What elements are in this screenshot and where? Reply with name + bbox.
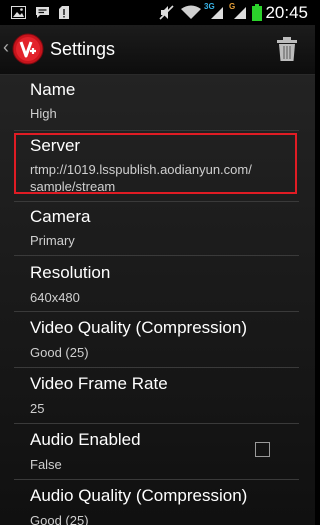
setting-value: False — [30, 457, 62, 472]
setting-value: Good (25) — [30, 345, 89, 360]
page-title: Settings — [50, 39, 116, 59]
setting-frame-rate[interactable]: Video Frame Rate 25 — [0, 368, 315, 423]
server-highlight-box — [14, 133, 297, 194]
setting-title: Resolution — [30, 263, 111, 282]
setting-value: High — [30, 106, 57, 121]
setting-title: Video Quality (Compression) — [30, 318, 247, 337]
wifi-icon — [181, 0, 201, 25]
audio-enabled-checkbox[interactable] — [255, 442, 270, 457]
setting-title: Camera — [30, 207, 91, 226]
setting-video-quality[interactable]: Video Quality (Compression) Good (25) — [0, 312, 315, 367]
network-type-3g: 3G — [204, 2, 215, 11]
up-caret-icon: ‹ — [3, 37, 9, 57]
app-logo-icon — [12, 33, 44, 65]
trash-icon — [277, 37, 297, 61]
battery-icon — [251, 0, 263, 25]
setting-value: Primary — [30, 233, 75, 248]
mute-icon — [159, 0, 175, 25]
message-icon — [34, 0, 50, 25]
delete-button[interactable] — [275, 35, 299, 63]
setting-value: 640x480 — [30, 290, 80, 305]
home-up-button[interactable]: ‹ Settings — [0, 25, 125, 74]
sdcard-icon — [58, 0, 70, 25]
signal-icon: G — [228, 0, 248, 25]
setting-value: Good (25) — [30, 513, 89, 525]
setting-title: Video Frame Rate — [30, 374, 168, 393]
clock-time: 20:45 — [265, 3, 308, 22]
status-bar: 3G G 20:45 — [0, 0, 315, 25]
signal-icon: 3G — [203, 0, 225, 25]
setting-name[interactable]: Name High — [0, 75, 315, 130]
setting-audio-quality[interactable]: Audio Quality (Compression) Good (25) — [0, 480, 315, 525]
setting-resolution[interactable]: Resolution 640x480 — [0, 256, 315, 311]
network-type-g: G — [229, 2, 236, 11]
action-bar: ‹ Settings — [0, 25, 315, 75]
setting-title: Audio Quality (Compression) — [30, 486, 248, 505]
image-icon — [10, 0, 26, 25]
setting-title: Name — [30, 80, 76, 99]
setting-value: 25 — [30, 401, 45, 416]
setting-title: Audio Enabled — [30, 430, 141, 449]
